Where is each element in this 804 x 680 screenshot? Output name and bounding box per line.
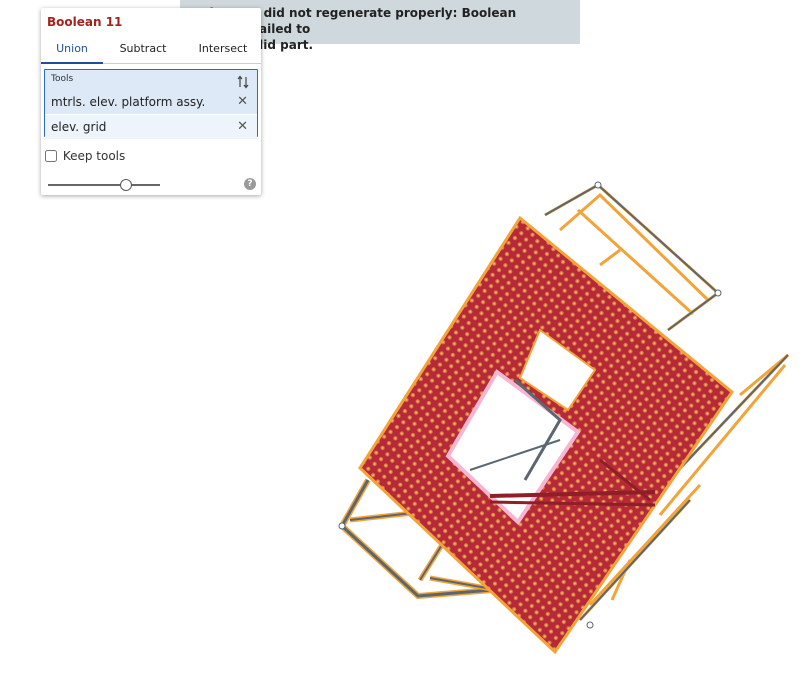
close-icon[interactable]: ✕ xyxy=(237,115,248,139)
help-icon[interactable]: ? xyxy=(244,178,256,190)
operation-tabs: Union Subtract Intersect xyxy=(41,39,261,64)
tab-union[interactable]: Union xyxy=(41,42,103,64)
tools-selection-field[interactable]: Tools mtrls. elev. platform assy. ✕ elev… xyxy=(44,69,258,139)
keep-tools-option[interactable]: Keep tools xyxy=(44,149,125,165)
tool-item-label: elev. grid xyxy=(51,120,107,134)
elevated-grid-plate xyxy=(358,215,735,655)
slider-thumb[interactable] xyxy=(120,179,132,191)
tool-item-label: mtrls. elev. platform assy. xyxy=(51,95,206,109)
sort-arrows-icon[interactable] xyxy=(237,75,249,89)
tool-item[interactable]: elev. grid ✕ xyxy=(45,114,257,139)
tool-item[interactable]: mtrls. elev. platform assy. ✕ xyxy=(45,90,257,114)
boolean-feature-dialog: Boolean 11 Union Subtract Intersect Tool… xyxy=(41,8,261,195)
keep-tools-checkbox[interactable] xyxy=(45,150,57,162)
keep-tools-label: Keep tools xyxy=(62,149,126,163)
tab-intersect[interactable]: Intersect xyxy=(191,42,255,62)
dialog-title: Boolean 11 xyxy=(47,15,123,29)
tab-subtract[interactable]: Subtract xyxy=(111,42,175,62)
slider-track[interactable] xyxy=(48,184,160,186)
tools-field-label: Tools xyxy=(51,74,74,84)
close-icon[interactable]: ✕ xyxy=(237,90,248,114)
